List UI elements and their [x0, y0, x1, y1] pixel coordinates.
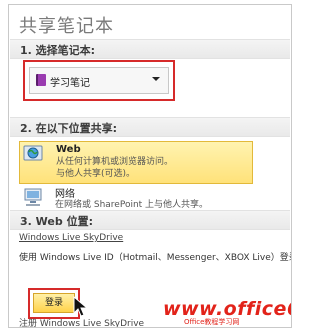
notebook-dropdown-value: 学习笔记 — [50, 78, 90, 89]
web-option-desc-2: 与他人共享(可选)。 — [56, 169, 136, 179]
section3-header: 3. Web 位置: — [10, 210, 290, 230]
network-option-title: 网络 — [55, 189, 75, 200]
notebook-select-highlight: 学习笔记 — [23, 60, 175, 101]
section2-header: 2. 在以下位置共享: — [10, 117, 290, 137]
section1-header: 1. 选择笔记本: — [10, 39, 290, 59]
login-info-text: 使用 Windows Live ID（Hotmail、Messenger、XBO… — [19, 253, 292, 263]
web-option-desc-1: 从任何计算机或浏览器访问。 — [56, 157, 174, 167]
notebook-icon — [36, 74, 46, 86]
login-button[interactable]: 登录 — [33, 293, 75, 313]
section2-heading: 2. 在以下位置共享: — [20, 122, 118, 135]
web-option-title: Web — [56, 144, 81, 155]
section1-heading: 1. 选择笔记本: — [20, 44, 96, 57]
chevron-down-icon[interactable] — [152, 77, 160, 81]
network-icon — [22, 188, 46, 208]
share-notebook-panel: 共享笔记本 1. 选择笔记本: 学习笔记 2. 在以下位置共享: Web 从任何… — [8, 4, 292, 328]
page-title: 共享笔记本 — [19, 16, 114, 37]
section3-heading: 3. Web 位置: — [20, 215, 93, 228]
globe-icon — [23, 145, 47, 165]
skydrive-link[interactable]: Windows Live SkyDrive — [19, 233, 123, 243]
watermark-subtitle: Office教程学习网 — [184, 318, 240, 326]
mouse-cursor-icon — [73, 296, 89, 317]
share-option-web[interactable]: Web 从任何计算机或浏览器访问。 与他人共享(可选)。 — [19, 141, 253, 184]
notebook-dropdown[interactable]: 学习笔记 — [29, 67, 169, 94]
